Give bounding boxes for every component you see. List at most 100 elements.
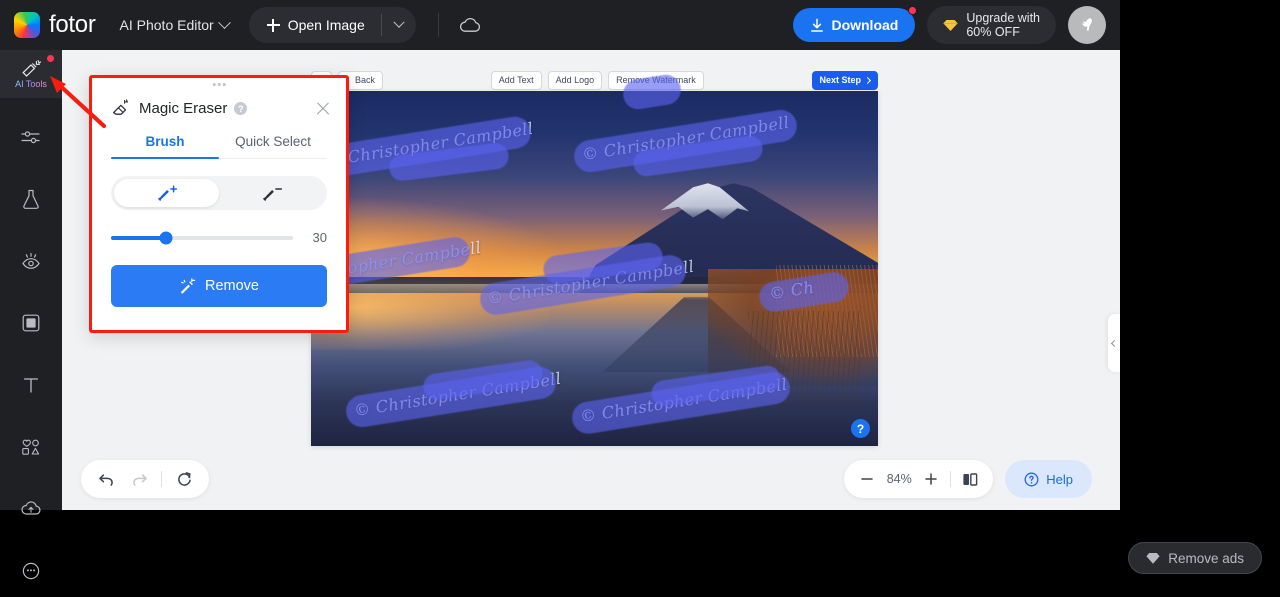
remove-ads-label: Remove ads bbox=[1168, 550, 1244, 566]
upgrade-line-2: 60% OFF bbox=[966, 25, 1020, 39]
brush-subtract-button[interactable] bbox=[219, 179, 324, 207]
next-step-label: Next Step bbox=[819, 75, 862, 85]
diamond-icon bbox=[1146, 552, 1160, 564]
plus-icon bbox=[925, 473, 937, 485]
sidebar-item-upload[interactable] bbox=[0, 486, 62, 532]
reset-icon bbox=[177, 471, 191, 486]
app-shell: fotor AI Photo Editor Open Image Downloa… bbox=[0, 0, 1120, 580]
remove-ads-button[interactable]: Remove ads bbox=[1128, 542, 1262, 574]
elements-icon bbox=[22, 439, 40, 455]
sidebar-item-ai-tools[interactable]: AI Tools bbox=[0, 50, 62, 98]
drag-handle-icon[interactable] bbox=[212, 83, 226, 86]
brush-add-button[interactable] bbox=[114, 179, 219, 207]
sidebar-item-adjust[interactable] bbox=[0, 114, 62, 160]
upgrade-button[interactable]: Upgrade with 60% OFF bbox=[927, 6, 1056, 44]
brush-size-slider[interactable] bbox=[111, 231, 293, 244]
more-circle-icon bbox=[22, 562, 40, 580]
mode-selector[interactable]: AI Photo Editor bbox=[120, 15, 231, 33]
avatar[interactable] bbox=[1068, 6, 1106, 44]
open-image-label: Open Image bbox=[287, 17, 365, 33]
undo-icon bbox=[98, 473, 113, 486]
plus-icon bbox=[266, 18, 280, 32]
canvas-help-button[interactable]: ? bbox=[851, 419, 870, 438]
undo-button[interactable] bbox=[91, 464, 121, 494]
zoom-out-button[interactable] bbox=[852, 464, 882, 494]
remove-watermark-button[interactable]: Remove Watermark bbox=[608, 70, 704, 90]
zoom-level: 84% bbox=[886, 472, 912, 486]
close-icon[interactable] bbox=[314, 100, 332, 118]
editor-toolbar: p Back Add Text Add Logo Remove Watermar… bbox=[311, 68, 879, 92]
brush-plus-icon bbox=[157, 185, 177, 201]
sidebar-item-elements[interactable] bbox=[0, 424, 62, 470]
cloud-icon bbox=[459, 17, 480, 32]
sidebar-item-label: AI Tools bbox=[15, 78, 47, 89]
reset-button[interactable] bbox=[169, 464, 199, 494]
diamond-icon bbox=[943, 19, 958, 31]
download-button[interactable]: Download bbox=[793, 6, 918, 42]
notification-dot bbox=[908, 6, 918, 15]
back-label: Back bbox=[355, 75, 376, 85]
brand-logo[interactable]: fotor bbox=[14, 11, 96, 39]
chevron-down-icon bbox=[217, 15, 231, 29]
top-bar: fotor AI Photo Editor Open Image Downloa… bbox=[0, 0, 1120, 50]
divider bbox=[161, 471, 162, 487]
sidebar-item-effects[interactable] bbox=[0, 176, 62, 222]
help-badge-icon[interactable]: ? bbox=[234, 102, 248, 115]
brand-name: fotor bbox=[49, 11, 96, 38]
cloud-save-button[interactable] bbox=[459, 17, 481, 33]
add-text-button[interactable]: Add Text bbox=[490, 70, 542, 90]
left-sidebar: AI Tools bbox=[0, 50, 62, 580]
brush-size-row: 30 bbox=[111, 230, 327, 245]
add-logo-label: Add Logo bbox=[555, 75, 595, 85]
eraser-icon bbox=[112, 99, 129, 115]
zoom-in-button[interactable] bbox=[916, 464, 946, 494]
right-panel-collapse-handle[interactable] bbox=[1108, 314, 1120, 372]
eye-icon bbox=[22, 253, 40, 269]
image-canvas[interactable]: © Christopher Campbell © Christopher Cam… bbox=[263, 72, 878, 446]
flask-icon bbox=[23, 189, 39, 209]
open-image-dropdown[interactable] bbox=[382, 7, 416, 43]
sidebar-item-beauty[interactable] bbox=[0, 238, 62, 284]
remove-button[interactable]: Remove bbox=[111, 265, 327, 307]
remove-label: Remove bbox=[205, 278, 259, 294]
help-label: Help bbox=[1046, 471, 1073, 487]
compare-button[interactable] bbox=[955, 464, 985, 494]
sidebar-item-more[interactable] bbox=[0, 548, 62, 594]
sliders-icon bbox=[21, 131, 40, 144]
minus-icon bbox=[861, 478, 873, 480]
tab-quick-select[interactable]: Quick Select bbox=[219, 134, 327, 158]
add-logo-button[interactable]: Add Logo bbox=[547, 70, 603, 90]
redo-button[interactable] bbox=[124, 464, 154, 494]
text-icon bbox=[23, 378, 39, 393]
chevron-left-icon bbox=[1110, 339, 1118, 347]
reeds-reflection bbox=[747, 311, 861, 404]
new-badge-dot bbox=[47, 55, 54, 62]
remove-watermark-label: Remove Watermark bbox=[616, 75, 696, 85]
brush-size-value: 30 bbox=[312, 230, 327, 245]
sidebar-item-text[interactable] bbox=[0, 362, 62, 408]
magic-eraser-panel: Magic Eraser ? Brush Quick Select 30 Rem… bbox=[89, 75, 349, 333]
open-image-button[interactable]: Open Image bbox=[249, 7, 381, 43]
tab-brush[interactable]: Brush bbox=[111, 134, 219, 159]
sidebar-item-frame[interactable] bbox=[0, 300, 62, 346]
help-circle-icon bbox=[1024, 472, 1039, 486]
open-image-group: Open Image bbox=[248, 7, 416, 43]
add-text-label: Add Text bbox=[498, 75, 534, 85]
help-button[interactable]: Help bbox=[1005, 460, 1092, 498]
panel-title: Magic Eraser bbox=[139, 100, 228, 117]
magic-eraser-tabs: Brush Quick Select bbox=[111, 134, 327, 159]
zoom-controls: 84% bbox=[844, 460, 994, 498]
compare-icon bbox=[963, 472, 978, 486]
magic-wand-icon bbox=[22, 59, 42, 77]
frame-icon bbox=[22, 314, 40, 332]
divider bbox=[950, 471, 952, 487]
slider-knob[interactable] bbox=[159, 231, 173, 244]
history-toolbar bbox=[81, 460, 209, 498]
photo-mount-fuji bbox=[311, 91, 878, 446]
app-root: fotor AI Photo Editor Open Image Downloa… bbox=[0, 0, 1280, 597]
download-label: Download bbox=[831, 17, 899, 33]
download-icon bbox=[811, 18, 824, 32]
magic-wand-icon bbox=[180, 277, 196, 294]
next-step-button[interactable]: Next Step bbox=[811, 70, 879, 90]
redo-icon bbox=[132, 473, 147, 486]
